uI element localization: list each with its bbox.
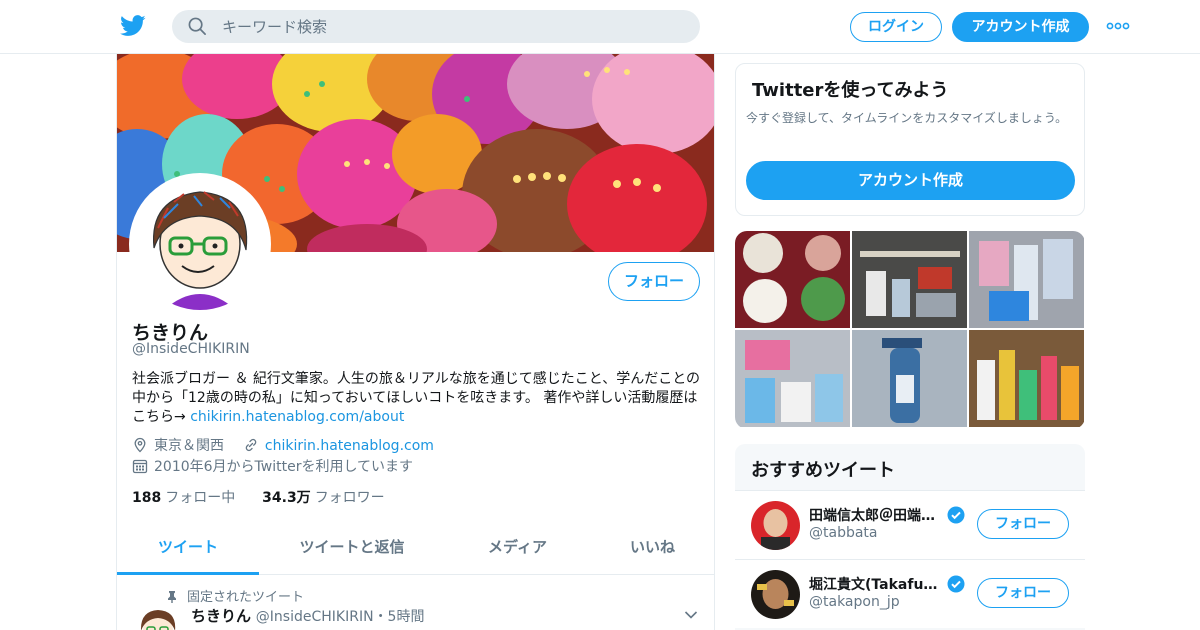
signup-card-title: Twitterを使ってみよう — [752, 80, 949, 101]
search-input[interactable] — [222, 10, 682, 43]
account-avatar[interactable] — [751, 501, 800, 550]
pin-icon — [168, 591, 176, 603]
profile-location: 東京＆関西 — [154, 438, 224, 454]
following-label: フォロー中 — [165, 490, 236, 506]
media-thumbnail[interactable] — [852, 330, 967, 427]
location-pin-icon — [134, 437, 146, 453]
media-thumbnail[interactable] — [735, 231, 850, 328]
recommended-account-item[interactable]: 堀江貴文(Takafumi H... @takapon_jp フォロー — [735, 559, 1085, 628]
profile-avatar[interactable] — [129, 173, 271, 315]
login-button[interactable]: ログイン — [850, 12, 942, 42]
profile-location-row: 東京＆関西 chikirin.hatenablog.com — [132, 436, 434, 456]
account-handle[interactable]: @takapon_jp — [809, 594, 900, 610]
tweet-author-avatar[interactable] — [135, 605, 181, 630]
verified-badge-icon — [947, 506, 965, 524]
profile-joined-row: 2010年6月からTwitterを利用しています — [132, 457, 413, 477]
chevron-down-icon[interactable] — [684, 610, 698, 620]
media-thumbnail[interactable] — [969, 330, 1084, 427]
media-thumbnail[interactable] — [735, 330, 850, 427]
followers-count: 34.3万 — [262, 490, 311, 506]
signup-button[interactable]: アカウント作成 — [952, 12, 1089, 42]
follow-account-button[interactable]: フォロー — [977, 509, 1069, 539]
top-navigation-bar: ログイン アカウント作成 — [0, 0, 1200, 54]
profile-website-link[interactable]: chikirin.hatenablog.com — [265, 438, 434, 454]
followers-stat[interactable]: 34.3万 フォロワー — [262, 490, 385, 506]
media-thumbnail[interactable] — [969, 231, 1084, 328]
search-icon — [188, 17, 206, 35]
tweet-author-name[interactable]: ちきりん — [191, 607, 251, 625]
tab-likes[interactable]: いいね — [590, 524, 714, 575]
signup-card-description: 今すぐ登録して、タイムラインをカスタマイズしましょう。 — [746, 111, 1068, 125]
tab-tweets[interactable]: ツイート — [117, 524, 259, 575]
link-icon — [245, 438, 257, 452]
account-name[interactable]: 堀江貴文(Takafumi H... — [809, 574, 945, 594]
media-grid — [735, 231, 1085, 429]
tab-media[interactable]: メディア — [445, 524, 590, 575]
twitter-bird-logo-icon[interactable] — [120, 14, 146, 38]
follow-button[interactable]: フォロー — [608, 262, 700, 301]
follow-account-button[interactable]: フォロー — [977, 578, 1069, 608]
signup-card-button[interactable]: アカウント作成 — [746, 161, 1075, 200]
calendar-icon — [132, 459, 148, 474]
account-avatar[interactable] — [751, 570, 800, 619]
recommended-title: おすすめツイート — [751, 460, 895, 481]
media-thumbnail[interactable] — [852, 231, 967, 328]
tab-tweets-and-replies[interactable]: ツイートと返信 — [259, 524, 445, 575]
search-box[interactable] — [172, 10, 700, 43]
tweet-time[interactable]: ・5時間 — [374, 609, 425, 625]
profile-bio: 社会派ブロガー ＆ 紀行文筆家。人生の旅＆リアルな旅を通じて感じたこと、学んだこ… — [132, 370, 702, 427]
account-name[interactable]: 田端信太郎＠田端大学... — [809, 505, 945, 525]
account-handle[interactable]: @tabbata — [809, 525, 878, 541]
bio-link[interactable]: chikirin.hatenablog.com/about — [190, 409, 404, 425]
profile-tabs: ツイート ツイートと返信 メディア いいね — [117, 524, 714, 575]
profile-joined-date: 2010年6月からTwitterを利用しています — [154, 459, 414, 475]
tweet-header: ちきりん @InsideCHIKIRIN・5時間 — [191, 605, 424, 626]
recommended-accounts: おすすめツイート 田端信太郎＠田端大学... @tabbata フォロー 堀江貴… — [735, 444, 1085, 630]
profile-panel: フォロー ちきりん @InsideCHIKIRIN 社会派ブロガー ＆ 紀行文筆… — [116, 54, 715, 630]
pinned-tweet-indicator: 固定されたツイート — [167, 586, 304, 605]
profile-stats: 188 フォロー中 34.3万 フォロワー — [132, 487, 385, 507]
tweet-author-handle[interactable]: @InsideCHIKIRIN — [256, 609, 374, 625]
followers-label: フォロワー — [314, 490, 385, 506]
recommended-account-item[interactable]: 田端信太郎＠田端大学... @tabbata フォロー — [735, 490, 1085, 559]
pinned-label: 固定されたツイート — [187, 590, 305, 605]
signup-card: Twitterを使ってみよう 今すぐ登録して、タイムラインをカスタマイズしましょ… — [735, 63, 1085, 216]
following-count: 188 — [132, 490, 162, 506]
following-stat[interactable]: 188 フォロー中 — [132, 490, 235, 506]
profile-handle[interactable]: @InsideCHIKIRIN — [132, 341, 250, 357]
avatar-illustration — [134, 178, 266, 310]
verified-badge-icon — [947, 575, 965, 593]
more-options-icon[interactable] — [1106, 21, 1130, 31]
